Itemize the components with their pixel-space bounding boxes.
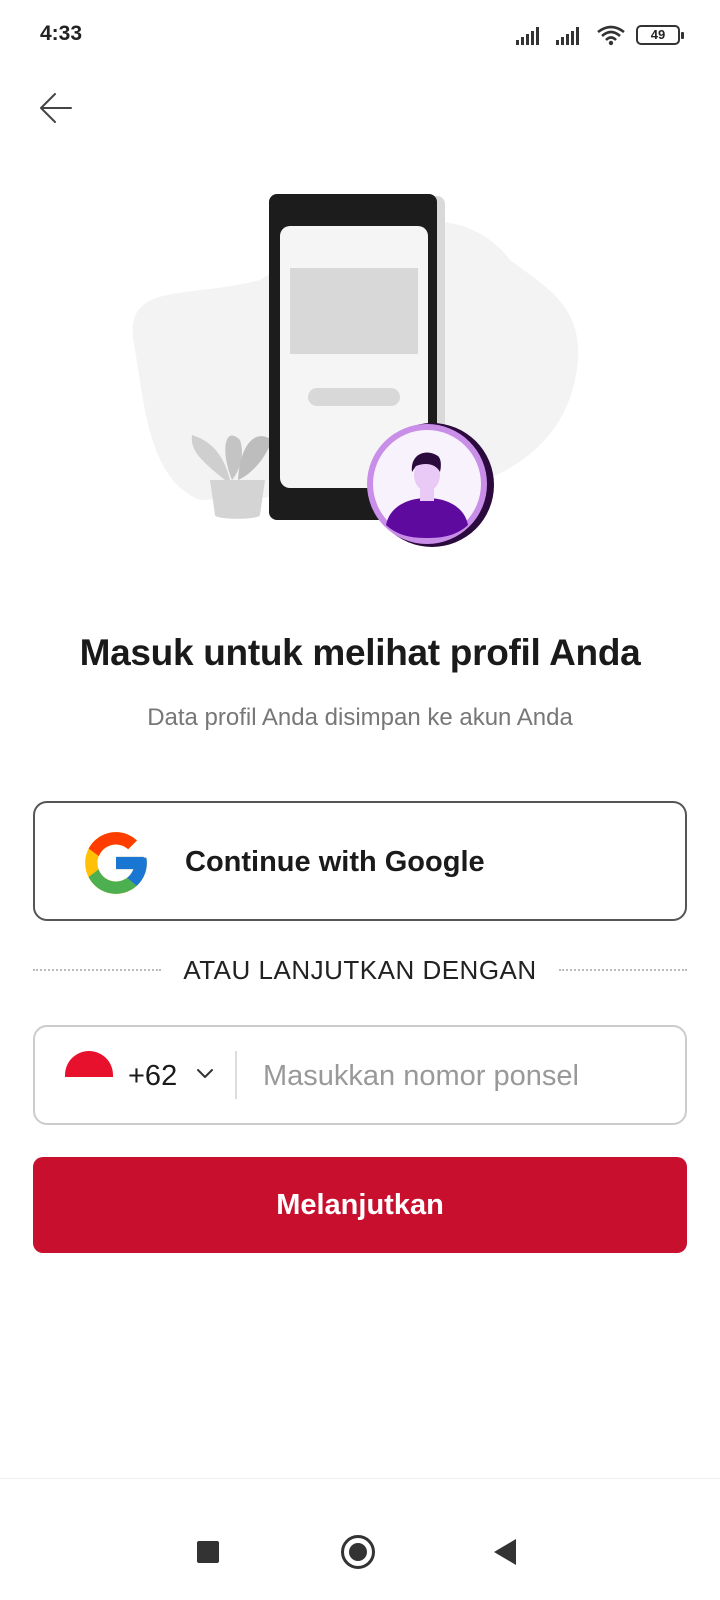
wifi-icon xyxy=(597,25,625,46)
status-bar: 4:33 49 xyxy=(0,0,720,70)
status-time: 4:33 xyxy=(40,22,83,45)
signal-icon xyxy=(556,27,579,45)
recent-apps-icon[interactable] xyxy=(197,1541,219,1563)
continue-button[interactable]: Melanjutkan xyxy=(33,1157,687,1253)
page-subtitle: Data profil Anda disimpan ke akun Anda xyxy=(147,704,573,731)
phone-profile-illustration xyxy=(132,194,579,547)
page-title: Masuk untuk melihat profil Anda xyxy=(79,632,641,673)
home-icon[interactable] xyxy=(341,1535,375,1569)
or-divider: ATAU LANJUTKAN DENGAN xyxy=(33,950,687,990)
phone-number-input[interactable] xyxy=(263,1053,663,1099)
chevron-down-icon[interactable] xyxy=(195,1063,215,1083)
battery-icon: 49 xyxy=(636,25,684,45)
system-nav-bar xyxy=(0,1478,720,1600)
arrow-left-icon xyxy=(40,93,72,123)
divider-line xyxy=(558,969,687,971)
continue-with-google-button[interactable]: Continue with Google xyxy=(33,801,687,921)
divider-line xyxy=(33,969,162,971)
back-triangle-icon[interactable] xyxy=(494,1539,516,1565)
back-button[interactable] xyxy=(36,88,76,128)
phone-number-field: +62 xyxy=(33,1025,687,1125)
status-icons: 49 xyxy=(516,22,684,48)
google-button-label: Continue with Google xyxy=(185,846,485,878)
country-code-selector[interactable]: +62 xyxy=(128,1060,177,1093)
field-separator xyxy=(235,1051,237,1099)
google-icon xyxy=(85,832,147,894)
divider-text: ATAU LANJUTKAN DENGAN xyxy=(183,954,537,985)
signal-icon xyxy=(516,27,539,45)
indonesia-flag-icon xyxy=(65,1051,113,1077)
